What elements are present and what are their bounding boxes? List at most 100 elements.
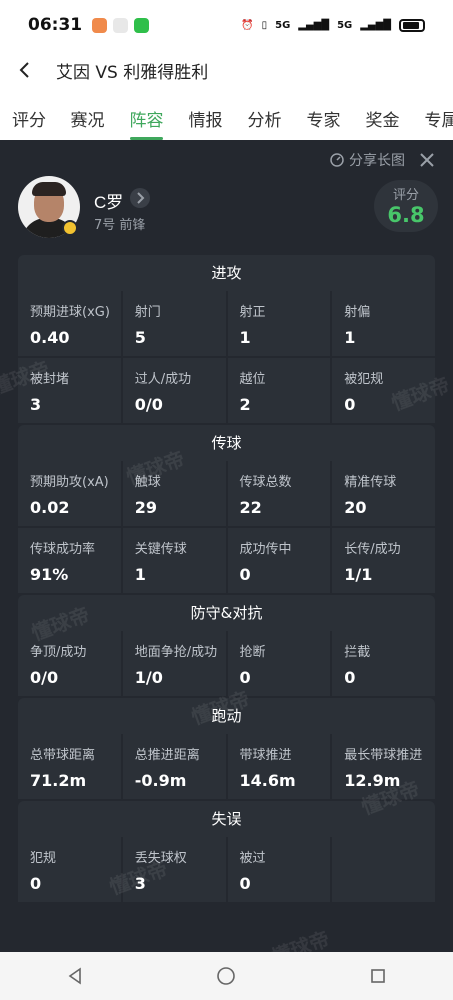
tab-analysis[interactable]: 分析 [235,96,294,140]
stat-cell: 抢断 0 [227,631,331,696]
section-running-header: 跑动 [18,698,435,734]
player-name[interactable]: C罗 [94,188,123,213]
stat-value: 20 [344,498,367,517]
stat-value: 0 [239,874,251,893]
stat-value: 12.9m [344,771,401,790]
tab-live[interactable]: 赛况 [58,96,117,140]
stat-cell: 预期助攻(xA) 0.02 [18,461,121,526]
nav-bar: 艾因 VS 利雅得胜利 [0,50,453,90]
stat-label: 地面争抢/成功 [134,645,218,660]
back-triangle-icon[interactable] [66,967,84,985]
stat-label: 传球总数 [239,475,292,490]
player-header: C罗 7号 前锋 评分 6.8 [18,176,438,240]
rating-badge: 评分 6.8 [374,180,438,232]
stat-label: 长传/成功 [344,542,401,557]
running-grid: 总带球距离 71.2m 总推进距离 -0.9m 带球推进 14.6m 最长带球推进 12… [18,734,435,799]
section-defense-header: 防守&对抗 [18,595,435,631]
stat-value: 2 [239,395,251,414]
tab-experts[interactable]: 专家 [294,96,353,140]
club-badge-icon [62,220,78,236]
stat-label: 犯规 [30,851,57,866]
stat-cell: 争顶/成功 0/0 [18,631,121,696]
stat-label: 总推进距离 [134,748,200,763]
stat-cell: 预期进球(xG) 0.40 [18,291,121,356]
stat-cell: 传球成功率 91% [18,528,121,593]
stat-label: 争顶/成功 [30,645,87,660]
stat-cell: 总带球距离 71.2m [18,734,121,799]
share-long-image-button[interactable]: 分享长图 [329,150,405,170]
stat-label: 被过 [239,851,266,866]
stat-cell: 地面争抢/成功 1/0 [122,631,226,696]
status-time: 06:31 [28,15,83,35]
player-number-position: 7号 前锋 [94,218,146,233]
stat-label: 越位 [239,372,266,387]
stat-value: 5 [134,328,146,347]
home-circle-icon[interactable] [216,966,236,986]
stat-label: 射偏 [344,305,371,320]
map-app-icon [113,17,129,33]
close-icon[interactable] [419,152,435,168]
stat-label: 被犯规 [344,372,384,387]
signal-icon-2: ▂▄▆█ [360,19,391,31]
tab-bar: 评分 赛况 阵容 情报 分析 专家 奖金 专属 [0,96,453,140]
stat-value: 1/0 [134,668,163,687]
tab-intel[interactable]: 情报 [176,96,235,140]
stat-label: 拦截 [344,645,371,660]
stat-value: 3 [134,874,146,893]
stat-cell: 成功传中 0 [227,528,331,593]
rating-value: 6.8 [387,203,425,227]
stat-cell: 关键传球 1 [122,528,226,593]
panel-actions: 分享长图 [329,150,435,170]
tab-bonus[interactable]: 奖金 [353,96,412,140]
stat-cell: 犯规 0 [18,837,121,902]
stat-label: 抢断 [239,645,266,660]
defense-grid: 争顶/成功 0/0 地面争抢/成功 1/0 抢断 0 拦截 0 [18,631,435,696]
stat-value: 0.02 [30,498,70,517]
status-bar: 06:31 ⏰ ▯ 5G ▂▄▆█ 5G ▂▄▆█ [0,0,453,50]
stat-cell-empty [332,837,435,902]
stat-value: -0.9m [134,771,187,790]
stat-value: 3 [30,395,42,414]
stat-label: 最长带球推进 [344,748,423,763]
stat-value: 0 [344,395,356,414]
attack-grid: 预期进球(xG) 0.40 射门 5 射正 1 射偏 1 被封堵 3 过人/成功 0/0 越… [18,291,435,423]
stat-label: 射正 [239,305,266,320]
battery-icon [399,18,425,32]
stat-label: 成功传中 [239,542,292,557]
stat-value: 91% [30,565,69,584]
stat-value: 1 [239,328,251,347]
stat-value: 0 [30,874,42,893]
stat-label: 预期助攻(xA) [30,475,109,490]
stat-value: 1 [134,565,146,584]
stat-label: 精准传球 [344,475,397,490]
status-app-icons [92,17,150,33]
back-arrow-icon[interactable] [16,61,34,79]
recents-square-icon[interactable] [369,967,387,985]
status-indicators: ⏰ ▯ 5G ▂▄▆█ 5G ▂▄▆█ [241,18,425,32]
stat-cell: 射正 1 [227,291,331,356]
tab-lineup[interactable]: 阵容 [117,96,176,140]
stat-cell: 被过 0 [227,837,331,902]
stat-value: 0 [344,668,356,687]
section-passing-header: 传球 [18,425,435,461]
stat-label: 射门 [134,305,161,320]
section-errors-header: 失误 [18,801,435,837]
stat-cell: 长传/成功 1/1 [332,528,435,593]
stat-value: 0 [239,668,251,687]
tab-rating[interactable]: 评分 [0,96,58,140]
stat-label: 预期进球(xG) [30,305,110,320]
stat-cell: 被犯规 0 [332,358,435,423]
stat-cell: 传球总数 22 [227,461,331,526]
chevron-right-icon[interactable] [130,188,150,208]
stat-label: 关键传球 [134,542,187,557]
stat-value: 0/0 [134,395,163,414]
vibrate-icon: ▯ [261,19,268,31]
passing-grid: 预期助攻(xA) 0.02 触球 29 传球总数 22 精准传球 20 传球成功率 91%… [18,461,435,593]
tab-exclusive[interactable]: 专属 [412,96,453,140]
stat-cell: 被封堵 3 [18,358,121,423]
section-attack-header: 进攻 [18,255,435,291]
stat-cell: 越位 2 [227,358,331,423]
stat-cell: 过人/成功 0/0 [122,358,226,423]
signal-icon: ▂▄▆█ [298,19,330,31]
stat-label: 触球 [134,475,161,490]
